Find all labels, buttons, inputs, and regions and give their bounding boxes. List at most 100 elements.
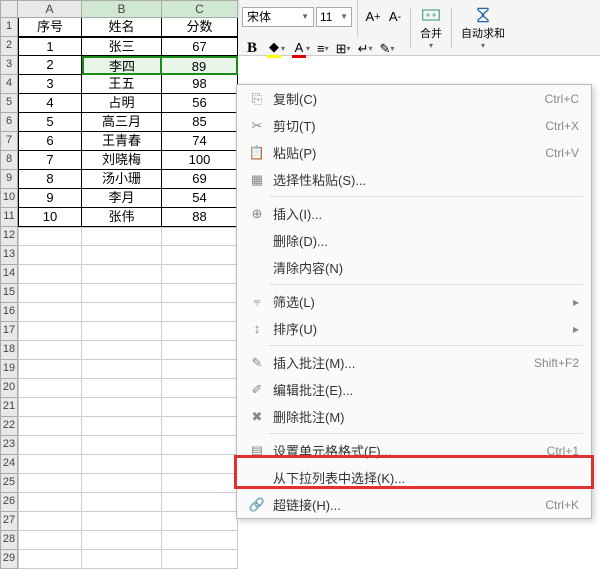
cell[interactable] [82,284,162,303]
cell[interactable] [162,284,238,303]
cell[interactable] [18,227,82,246]
cell[interactable]: 7 [18,151,82,170]
bold-button[interactable]: B [242,39,262,59]
cell[interactable]: 74 [162,132,238,151]
ctx-delete-comment[interactable]: ✖删除批注(M) [237,403,591,430]
cell[interactable]: 张三 [82,37,162,56]
cell[interactable]: 王青春 [82,132,162,151]
cell[interactable] [82,436,162,455]
cell[interactable]: 4 [18,94,82,113]
cell[interactable] [82,531,162,550]
font-name-select[interactable]: 宋体▼ [242,7,314,27]
ctx-paste-special[interactable]: ▦选择性粘贴(S)... [237,166,591,193]
row-header[interactable]: 19 [0,360,18,379]
merge-button[interactable]: 合并▾ [416,3,446,52]
cell[interactable] [82,398,162,417]
cell[interactable] [162,379,238,398]
row-header[interactable]: 4 [0,75,18,94]
row-header[interactable]: 6 [0,113,18,132]
row-header[interactable]: 22 [0,417,18,436]
cell[interactable] [162,512,238,531]
cell[interactable] [82,360,162,379]
cell[interactable]: 89 [162,56,238,75]
cell[interactable] [18,284,82,303]
cell[interactable]: 5 [18,113,82,132]
row-header[interactable]: 14 [0,265,18,284]
cell[interactable] [18,303,82,322]
cell[interactable] [18,531,82,550]
cell[interactable] [162,436,238,455]
cell[interactable] [162,246,238,265]
cell[interactable] [82,341,162,360]
cell[interactable]: 1 [18,37,82,56]
cell[interactable] [162,360,238,379]
cell[interactable] [18,455,82,474]
ctx-copy[interactable]: ⎘复制(C)Ctrl+C [237,85,591,112]
cell[interactable]: 张伟 [82,208,162,227]
cell[interactable]: 8 [18,170,82,189]
cell[interactable] [18,436,82,455]
cell[interactable] [18,512,82,531]
row-header[interactable]: 1 [0,18,18,37]
row-header[interactable]: 17 [0,322,18,341]
cell[interactable] [162,417,238,436]
align-button[interactable]: ≡▾ [315,39,331,59]
cell[interactable] [82,227,162,246]
cell[interactable]: 3 [18,75,82,94]
cell[interactable]: 姓名 [82,18,162,37]
font-size-select[interactable]: 11▼ [316,7,352,27]
cell[interactable] [18,341,82,360]
decrease-font-button[interactable]: A- [385,7,405,27]
cell[interactable]: 6 [18,132,82,151]
row-header[interactable]: 11 [0,208,18,227]
cell[interactable] [82,303,162,322]
row-header[interactable]: 28 [0,531,18,550]
row-header[interactable]: 13 [0,246,18,265]
ctx-edit-comment[interactable]: ✐编辑批注(E)... [237,376,591,403]
cell[interactable] [18,246,82,265]
row-header[interactable]: 7 [0,132,18,151]
cell[interactable] [82,265,162,284]
cell[interactable]: 88 [162,208,238,227]
cell[interactable] [162,474,238,493]
row-header[interactable]: 5 [0,94,18,113]
cell[interactable]: 2 [18,56,82,75]
cell[interactable]: 李月 [82,189,162,208]
cell[interactable]: 李四 [82,56,162,75]
cell[interactable]: 100 [162,151,238,170]
cell[interactable] [162,493,238,512]
cell[interactable] [82,455,162,474]
cell[interactable]: 10 [18,208,82,227]
row-header[interactable]: 27 [0,512,18,531]
cell[interactable] [162,455,238,474]
cell[interactable] [82,322,162,341]
cell[interactable] [162,531,238,550]
cell[interactable]: 分数 [162,18,238,37]
cell[interactable] [162,550,238,569]
row-header[interactable]: 21 [0,398,18,417]
cell[interactable]: 高三月 [82,113,162,132]
cell[interactable] [18,550,82,569]
cell[interactable] [162,227,238,246]
cell[interactable] [18,379,82,398]
cell[interactable]: 56 [162,94,238,113]
row-header[interactable]: 9 [0,170,18,189]
cell[interactable] [162,398,238,417]
cell[interactable]: 王五 [82,75,162,94]
cell[interactable] [162,303,238,322]
cell[interactable] [162,265,238,284]
cell[interactable]: 序号 [18,18,82,37]
ctx-format-cells[interactable]: ▤设置单元格格式(F)...Ctrl+1 [237,437,591,464]
select-all-corner[interactable] [0,0,18,18]
row-header[interactable]: 18 [0,341,18,360]
row-header[interactable]: 24 [0,455,18,474]
ctx-clear[interactable]: 清除内容(N) [237,254,591,281]
row-header[interactable]: 29 [0,550,18,569]
cell[interactable] [162,341,238,360]
row-header[interactable]: 15 [0,284,18,303]
fill-color-button[interactable]: ◆▾ [265,39,287,59]
row-header[interactable]: 2 [0,37,18,56]
row-header[interactable]: 10 [0,189,18,208]
ctx-cut[interactable]: ✂剪切(T)Ctrl+X [237,112,591,139]
ctx-filter[interactable]: ⫧筛选(L)▸ [237,288,591,315]
